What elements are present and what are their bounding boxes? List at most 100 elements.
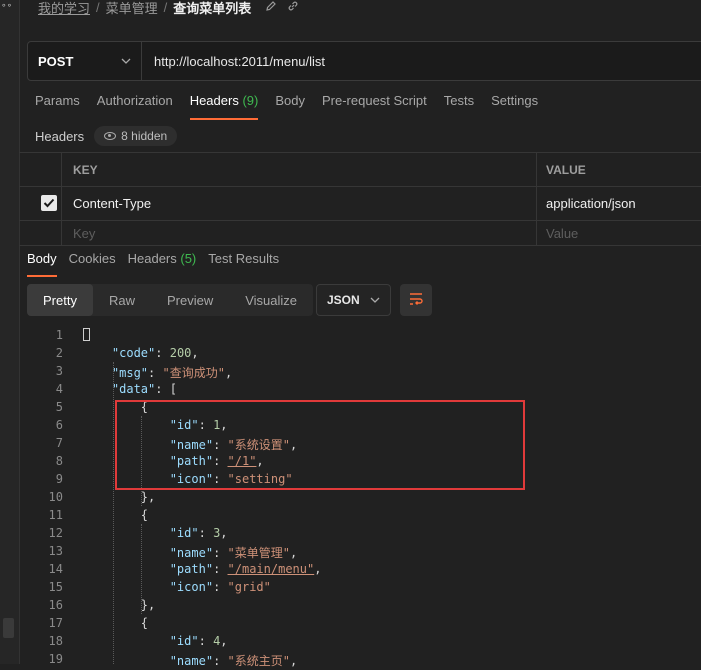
resp-tab-cookies[interactable]: Cookies xyxy=(69,251,116,277)
indent-guide xyxy=(113,362,114,664)
code-text: { xyxy=(83,508,149,522)
code-text: }, xyxy=(83,598,156,612)
code-text: "name": "菜单管理", xyxy=(169,546,298,560)
wrap-lines-button[interactable] xyxy=(400,284,432,316)
link-icon[interactable] xyxy=(287,0,299,15)
tab-authorization[interactable]: Authorization xyxy=(97,93,173,120)
line-number: 9 xyxy=(55,472,63,486)
checkbox-cell xyxy=(19,187,62,220)
view-visualize[interactable]: Visualize xyxy=(229,284,313,316)
value-column-header: VALUE xyxy=(546,162,586,177)
headers-section-label: Headers xyxy=(35,128,85,144)
line-number: 2 xyxy=(55,346,63,360)
hidden-headers-count: 8 hidden xyxy=(121,129,168,143)
indent-guide xyxy=(141,524,142,614)
code-line: 3 "msg": "查询成功", xyxy=(27,364,701,382)
code-text: "id": 3, xyxy=(169,526,228,540)
view-mode-bar: Pretty Raw Preview Visualize xyxy=(27,284,314,316)
request-title: 查询菜单列表 xyxy=(173,1,252,16)
resp-tab-body[interactable]: Body xyxy=(27,251,57,277)
table-row: Content-Type application/json xyxy=(19,186,701,220)
line-number: 10 xyxy=(48,490,63,504)
line-number: 14 xyxy=(48,562,63,576)
line-number: 1 xyxy=(55,328,63,342)
format-label: JSON xyxy=(327,293,360,307)
breadcrumb-separator: / xyxy=(163,0,168,15)
tab-body[interactable]: Body xyxy=(275,93,305,120)
resp-tab-headers-count: (5) xyxy=(180,251,197,266)
resp-tab-headers[interactable]: Headers (5) xyxy=(128,251,197,277)
view-raw[interactable]: Raw xyxy=(93,284,151,316)
code-text: "msg": "查询成功", xyxy=(111,366,233,380)
wrap-lines-icon xyxy=(408,292,424,309)
request-bar: POST http://localhost:2011/menu/list xyxy=(27,41,701,81)
code-line: 12 "id": 3, xyxy=(27,526,701,544)
code-line: 1 xyxy=(27,328,701,346)
code-line: 14 "path": "/main/menu", xyxy=(27,562,701,580)
code-text: "path": "/main/menu", xyxy=(169,562,322,576)
code-text: "id": 4, xyxy=(169,634,228,648)
edit-icon[interactable] xyxy=(265,0,277,15)
sidebar-scrollbar[interactable] xyxy=(3,618,14,638)
table-row-empty: Key Value xyxy=(19,220,701,246)
code-text: "name": "系统主页", xyxy=(169,654,298,668)
view-pretty[interactable]: Pretty xyxy=(27,284,93,316)
line-number: 4 xyxy=(55,382,63,396)
line-number: 18 xyxy=(48,634,63,648)
method-label: POST xyxy=(38,53,74,69)
enabled-checkbox[interactable] xyxy=(41,195,57,211)
line-number: 15 xyxy=(48,580,63,594)
chevron-down-icon xyxy=(370,294,380,306)
line-number: 8 xyxy=(55,454,63,468)
tab-settings[interactable]: Settings xyxy=(491,93,538,120)
key-input[interactable]: Key xyxy=(73,226,95,241)
headers-section-header: Headers 8 hidden xyxy=(35,126,178,146)
sidebar-dots: ∘∘ xyxy=(1,0,13,10)
tab-params[interactable]: Params xyxy=(35,93,80,120)
line-number: 7 xyxy=(55,436,63,450)
line-number: 11 xyxy=(48,508,63,522)
code-text: }, xyxy=(83,490,156,504)
tab-headers[interactable]: Headers (9) xyxy=(189,93,259,120)
method-select[interactable]: POST xyxy=(28,42,142,80)
view-preview[interactable]: Preview xyxy=(151,284,229,316)
checkbox-cell-empty xyxy=(19,221,62,245)
breadcrumb-separator: / xyxy=(96,0,100,15)
tab-headers-label: Headers xyxy=(189,93,239,108)
code-line: 16 }, xyxy=(27,598,701,616)
headers-table: KEY VALUE Content-Type application/json … xyxy=(19,152,701,246)
line-number: 13 xyxy=(48,544,63,558)
hidden-headers-toggle[interactable]: 8 hidden xyxy=(94,126,178,146)
value-input[interactable]: Value xyxy=(546,226,578,241)
url-input[interactable]: http://localhost:2011/menu/list xyxy=(142,42,325,80)
header-key[interactable]: Content-Type xyxy=(73,196,151,211)
code-text xyxy=(83,328,90,342)
code-line: 13 "name": "菜单管理", xyxy=(27,544,701,562)
left-sidebar-strip: ∘∘ xyxy=(0,0,20,664)
tab-tests[interactable]: Tests xyxy=(444,93,474,120)
code-text: "icon": "grid" xyxy=(169,580,271,594)
resp-tab-headers-label: Headers xyxy=(127,251,177,266)
eye-icon xyxy=(104,132,117,140)
header-value[interactable]: application/json xyxy=(546,196,636,211)
chevron-down-icon xyxy=(121,55,131,67)
request-tabs: Params Authorization Headers (9) Body Pr… xyxy=(35,93,555,120)
code-text: "code": 200, xyxy=(111,346,199,360)
tab-headers-count: (9) xyxy=(242,93,259,108)
line-number: 16 xyxy=(48,598,63,612)
code-line: 18 "id": 4, xyxy=(27,634,701,652)
breadcrumb-workspace[interactable]: 我的学习 xyxy=(38,0,90,17)
response-tabs: Body Cookies Headers (5) Test Results xyxy=(27,251,291,277)
resp-tab-test-results[interactable]: Test Results xyxy=(208,251,279,277)
line-number: 12 xyxy=(48,526,63,540)
code-line: 15 "icon": "grid" xyxy=(27,580,701,598)
line-number: 17 xyxy=(48,616,63,630)
code-text: "data": [ xyxy=(111,382,177,396)
tab-pre-request-script[interactable]: Pre-request Script xyxy=(322,93,427,120)
format-select[interactable]: JSON xyxy=(316,284,391,316)
key-column-header: KEY xyxy=(73,162,98,177)
line-number: 3 xyxy=(55,364,63,378)
code-line: 10 }, xyxy=(27,490,701,508)
breadcrumb-collection[interactable]: 菜单管理 xyxy=(106,0,158,17)
code-line: 4 "data": [ xyxy=(27,382,701,400)
